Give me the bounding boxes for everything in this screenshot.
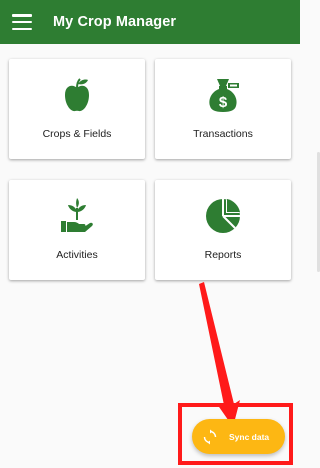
money-bag-icon: $ <box>209 79 239 112</box>
reports-card[interactable]: Reports <box>155 180 291 280</box>
svg-text:$: $ <box>219 94 228 111</box>
crops-fields-card[interactable]: Crops & Fields <box>9 59 145 159</box>
card-label: Crops & Fields <box>42 128 112 140</box>
hamburger-menu-icon[interactable] <box>12 14 32 30</box>
sync-icon <box>203 429 217 444</box>
card-label: Activities <box>56 249 98 261</box>
transactions-card[interactable]: $ Transactions <box>155 59 291 159</box>
card-label: Transactions <box>193 128 253 140</box>
sync-data-label: Sync data <box>229 431 270 442</box>
card-label: Reports <box>204 249 242 261</box>
activities-card[interactable]: Activities <box>9 180 145 280</box>
apple-icon <box>65 78 89 112</box>
app-title: My Crop Manager <box>53 14 177 30</box>
sync-data-button[interactable]: Sync data <box>192 419 285 454</box>
app-bar: My Crop Manager <box>0 0 300 44</box>
pie-chart-icon <box>206 199 240 233</box>
plant-in-hand-icon <box>61 198 93 232</box>
